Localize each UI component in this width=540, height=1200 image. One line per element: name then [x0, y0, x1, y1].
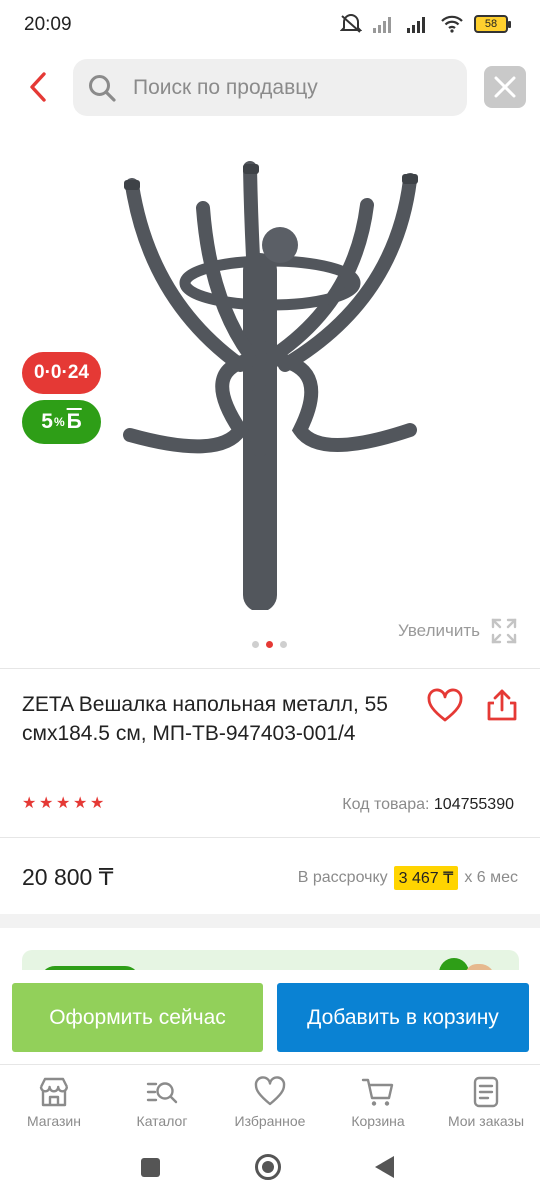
expand-icon	[491, 618, 517, 644]
system-nav-bar	[0, 1140, 540, 1200]
nav-item-orders[interactable]: Мои заказы	[432, 1065, 540, 1141]
action-bar: Оформить сейчас Добавить в корзину	[0, 970, 540, 1064]
add-to-cart-button[interactable]: Добавить в корзину	[277, 983, 529, 1052]
battery-level: 58	[484, 18, 498, 30]
close-button[interactable]	[484, 66, 526, 108]
star-icon: ★	[22, 795, 37, 812]
product-title: ZETA Вешалка напольная металл, 55 смх184…	[22, 693, 388, 745]
divider	[0, 837, 540, 838]
nav-label: Магазин	[26, 1113, 81, 1129]
pagination-dot[interactable]	[280, 641, 287, 648]
star-icon: ★	[73, 795, 88, 812]
nav-label: Избранное	[234, 1113, 306, 1129]
star-icon: ★	[90, 795, 105, 812]
bonus-badge: 5% Б	[22, 400, 101, 444]
status-bar: 20:09 58	[0, 0, 540, 52]
nav-item-store[interactable]: Магазин	[0, 1065, 108, 1141]
nav-label: Каталог	[136, 1113, 188, 1129]
store-icon	[39, 1077, 69, 1107]
pagination-dot-active[interactable]	[266, 641, 273, 648]
mute-icon	[340, 14, 362, 33]
orders-icon	[473, 1076, 499, 1108]
bonus-unit: %	[53, 415, 65, 429]
buy-now-button[interactable]: Оформить сейчас	[12, 983, 263, 1052]
nav-item-cart[interactable]: Корзина	[324, 1065, 432, 1141]
close-icon	[494, 76, 516, 98]
installment-info[interactable]: В рассрочку 3 467 ₸ х 6 мес	[298, 866, 518, 890]
section-separator	[0, 914, 540, 928]
installment-badge: 0·0·24	[22, 352, 101, 394]
recent-apps-button[interactable]	[141, 1158, 160, 1177]
installment-amount: 3 467 ₸	[393, 866, 459, 890]
installment-label: В рассрочку	[297, 869, 388, 886]
share-icon[interactable]	[484, 686, 520, 724]
back-arrow-icon[interactable]	[22, 70, 56, 104]
nav-label: Корзина	[351, 1113, 405, 1129]
sku-value: 104755390	[433, 796, 514, 813]
system-back-button[interactable]	[375, 1156, 394, 1178]
heart-icon	[254, 1076, 286, 1106]
wifi-icon	[441, 15, 463, 33]
favorite-heart-icon[interactable]	[426, 688, 464, 724]
divider	[0, 668, 540, 669]
rating-stars[interactable]: ★ ★ ★ ★ ★	[22, 796, 106, 812]
status-icons: 58	[340, 14, 511, 34]
battery-icon: 58	[474, 15, 511, 33]
home-button[interactable]	[255, 1154, 281, 1180]
star-icon: ★	[39, 795, 54, 812]
product-sku: Код товара: 104755390	[342, 796, 514, 814]
gallery-pagination	[252, 641, 287, 648]
product-image[interactable]	[110, 150, 430, 610]
signal-icon-2	[407, 17, 425, 33]
search-input[interactable]: Поиск по продавцу	[73, 59, 467, 116]
product-price: 20 800 ₸	[22, 864, 114, 890]
sku-label: Код товара:	[342, 796, 430, 813]
installment-term: х 6 мес	[464, 869, 518, 886]
zoom-label: Увеличить	[398, 621, 480, 640]
pagination-dot[interactable]	[252, 641, 259, 648]
star-icon: ★	[56, 795, 71, 812]
status-time: 20:09	[24, 14, 72, 35]
bottom-nav: Магазин Каталог Избранное Корзина Мои за…	[0, 1064, 540, 1140]
search-icon	[89, 75, 116, 102]
nav-item-favorites[interactable]: Избранное	[216, 1065, 324, 1141]
catalog-search-icon	[146, 1082, 178, 1104]
cart-icon	[361, 1078, 394, 1106]
top-bar: Поиск по продавцу	[0, 56, 540, 118]
signal-icon	[373, 17, 391, 33]
bonus-value: 5	[41, 410, 53, 433]
nav-item-catalog[interactable]: Каталог	[108, 1065, 216, 1141]
bonus-letter: Б	[66, 410, 82, 433]
nav-label: Мои заказы	[447, 1113, 525, 1129]
zoom-button[interactable]: Увеличить	[398, 617, 518, 645]
search-placeholder: Поиск по продавцу	[133, 76, 318, 99]
